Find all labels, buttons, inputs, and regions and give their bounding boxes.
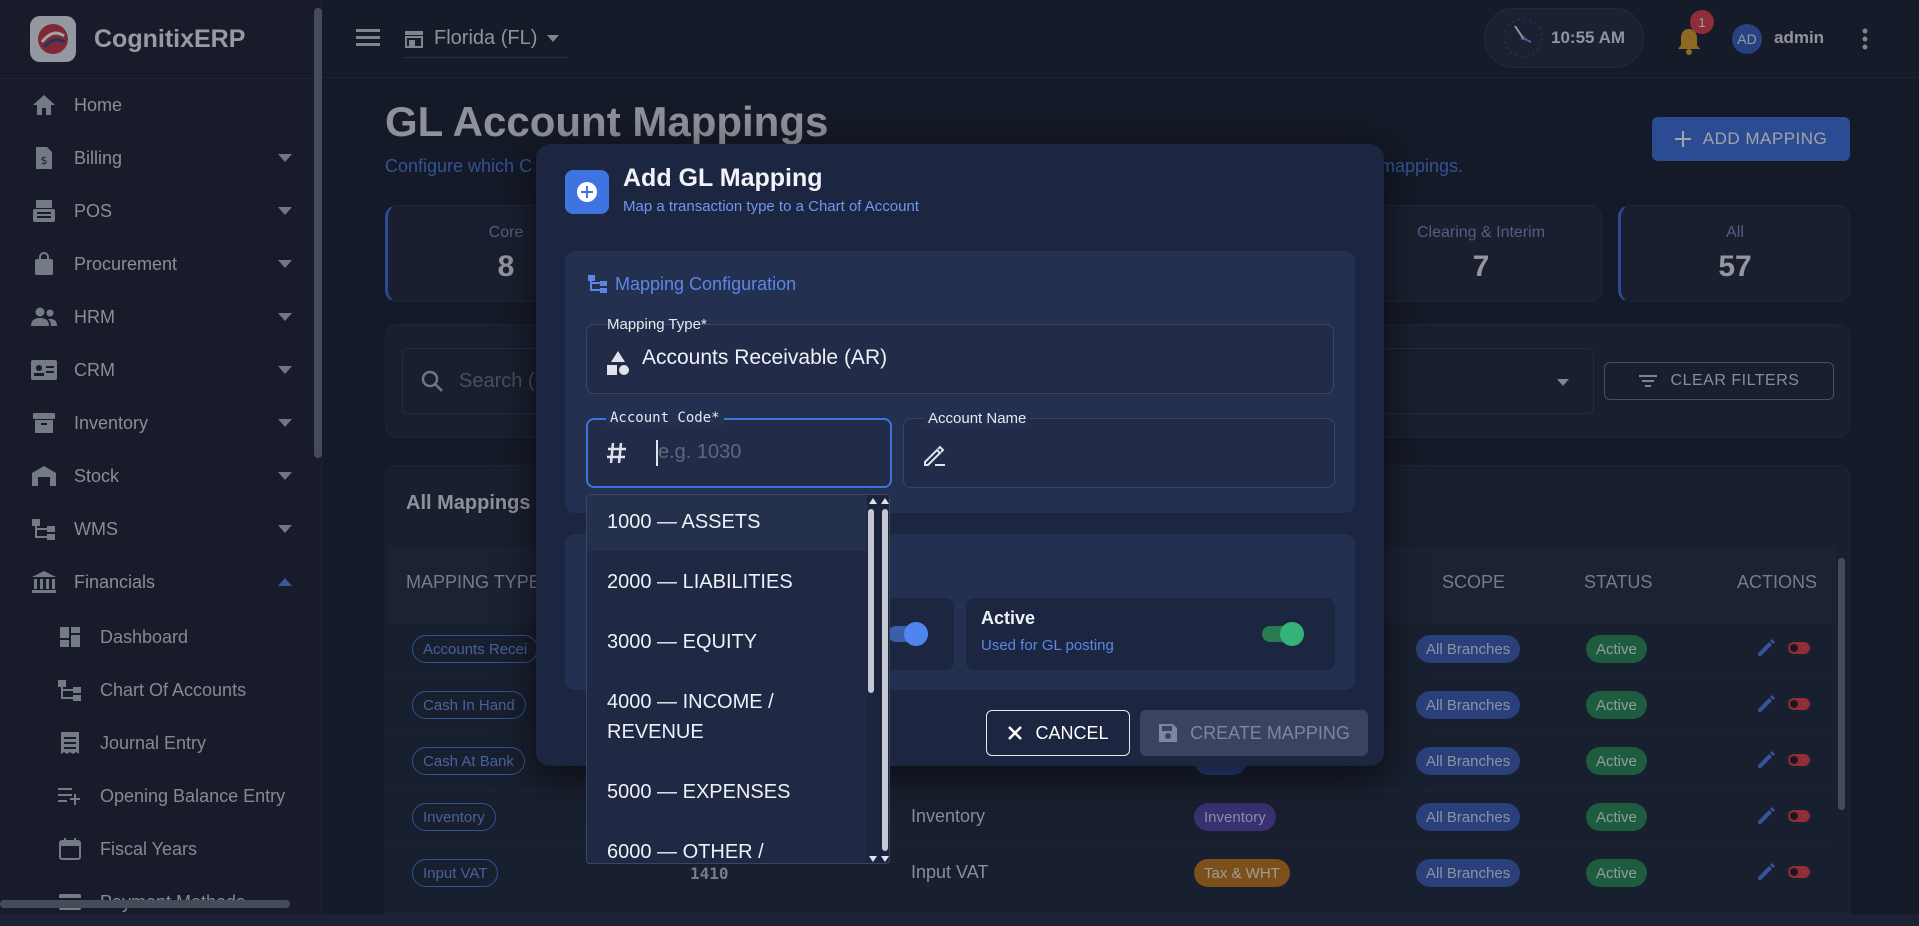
dialog-title: Add GL Mapping <box>623 164 823 192</box>
dropdown-option[interactable]: 4000 — INCOME / <box>607 687 774 717</box>
account-code-dropdown[interactable]: 1000 — ASSETS 2000 — LIABILITIES 3000 — … <box>586 494 890 864</box>
toggle-switch-on[interactable] <box>886 620 930 648</box>
mapping-type-value: Accounts Receivable (AR) <box>642 346 888 369</box>
active-description: Used for GL posting <box>981 637 1114 654</box>
dropdown-option[interactable]: 1000 — ASSETS <box>607 507 760 537</box>
scroll-down-arrow-icon[interactable] <box>867 855 889 863</box>
section-title: Mapping Configuration <box>615 274 797 294</box>
dropdown-option-continued[interactable]: REVENUE <box>607 717 704 747</box>
hierarchy-icon <box>587 274 609 294</box>
add-circle-icon <box>565 170 609 214</box>
dropdown-scrollbar-thumb-outer[interactable] <box>882 509 888 851</box>
account-code-placeholder: e.g. 1030 <box>658 441 742 463</box>
account-code-label: Account Code* <box>606 410 724 426</box>
hashtag-icon <box>606 442 628 464</box>
cancel-button[interactable]: CANCEL <box>986 710 1130 756</box>
category-shapes-icon <box>606 350 630 376</box>
dropdown-option[interactable]: 2000 — LIABILITIES <box>607 567 793 597</box>
dialog-subtitle: Map a transaction type to a Chart of Acc… <box>623 198 920 215</box>
create-mapping-label: CREATE MAPPING <box>1190 722 1350 743</box>
active-toggle-switch[interactable] <box>1260 620 1308 648</box>
dropdown-option[interactable]: 6000 — OTHER / <box>607 837 764 863</box>
scroll-up-arrow-icon[interactable] <box>867 497 889 505</box>
edit-note-icon <box>923 444 947 466</box>
dropdown-option[interactable]: 3000 — EQUITY <box>607 627 757 657</box>
dropdown-scrollbar-thumb[interactable] <box>868 509 874 693</box>
close-icon <box>1008 726 1023 740</box>
account-name-label: Account Name <box>924 410 1031 427</box>
create-mapping-button[interactable]: CREATE MAPPING <box>1140 710 1368 756</box>
active-title: Active <box>981 608 1036 628</box>
cancel-label: CANCEL <box>1035 722 1109 743</box>
save-icon <box>1159 724 1178 742</box>
account-name-input[interactable] <box>903 418 1335 488</box>
dropdown-option[interactable]: 5000 — EXPENSES <box>607 777 790 807</box>
mapping-type-label: Mapping Type* <box>607 316 707 333</box>
